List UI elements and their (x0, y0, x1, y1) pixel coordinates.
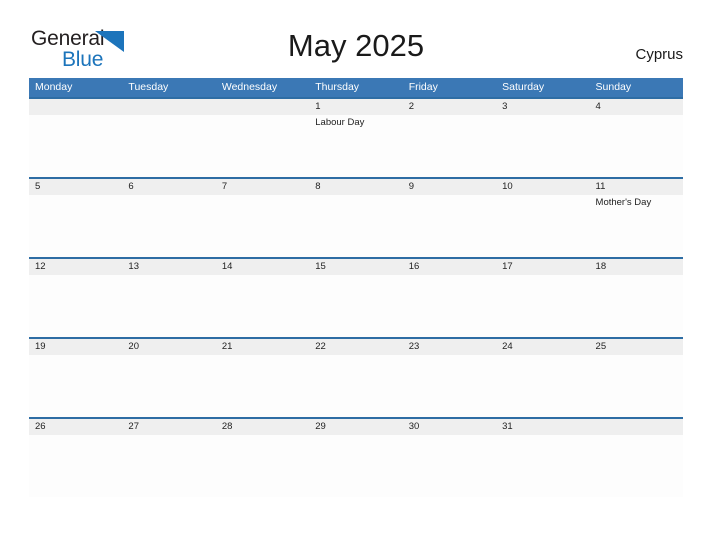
day-number[interactable]: 20 (122, 339, 215, 355)
day-number[interactable]: 7 (216, 179, 309, 195)
day-number[interactable]: 11 (590, 179, 683, 195)
day-number[interactable]: 12 (29, 259, 122, 275)
day-event (29, 275, 122, 337)
day-number[interactable]: 3 (496, 99, 589, 115)
day-event (122, 275, 215, 337)
page-header: General Blue May 2025 Cyprus (0, 0, 712, 72)
week-date-band: 26 27 28 29 30 31 (29, 419, 683, 435)
day-number[interactable] (590, 419, 683, 435)
week-row: 12 13 14 15 16 17 18 (29, 257, 683, 337)
week-event-band: Labour Day (29, 115, 683, 177)
day-number[interactable]: 31 (496, 419, 589, 435)
day-event (29, 195, 122, 257)
day-number[interactable]: 13 (122, 259, 215, 275)
day-number[interactable] (122, 99, 215, 115)
week-date-band: 1 2 3 4 (29, 99, 683, 115)
week-event-band: Mother's Day (29, 195, 683, 257)
day-number[interactable]: 15 (309, 259, 402, 275)
day-number[interactable]: 1 (309, 99, 402, 115)
day-event (309, 435, 402, 497)
dow-wednesday: Wednesday (221, 81, 278, 93)
day-event (122, 115, 215, 177)
day-number[interactable]: 9 (403, 179, 496, 195)
dow-thursday: Thursday (315, 81, 360, 93)
day-event (216, 115, 309, 177)
week-row: 26 27 28 29 30 31 (29, 417, 683, 497)
day-event (29, 435, 122, 497)
day-event (403, 115, 496, 177)
page-title: May 2025 (287, 28, 425, 63)
week-date-band: 12 13 14 15 16 17 18 (29, 259, 683, 275)
day-event (496, 195, 589, 257)
day-event (496, 435, 589, 497)
day-number[interactable]: 21 (216, 339, 309, 355)
day-number[interactable]: 14 (216, 259, 309, 275)
calendar-grid: Monday Tuesday Wednesday Thursday Friday… (29, 78, 683, 497)
day-event (29, 115, 122, 177)
dow-friday: Friday (408, 81, 438, 93)
day-event (590, 355, 683, 417)
day-number[interactable]: 19 (29, 339, 122, 355)
dow-monday: Monday (35, 81, 73, 93)
week-date-band: 19 20 21 22 23 24 25 (29, 339, 683, 355)
region-label: Cyprus (635, 46, 683, 63)
week-event-band (29, 435, 683, 497)
day-event (403, 195, 496, 257)
day-number[interactable]: 18 (590, 259, 683, 275)
day-event (496, 275, 589, 337)
day-event (216, 275, 309, 337)
day-number[interactable]: 27 (122, 419, 215, 435)
week-event-band (29, 355, 683, 417)
day-event (590, 115, 683, 177)
day-event (496, 355, 589, 417)
week-row: 19 20 21 22 23 24 25 (29, 337, 683, 417)
dow-sunday: Sunday (595, 81, 632, 93)
day-event (216, 435, 309, 497)
day-number[interactable]: 4 (590, 99, 683, 115)
day-event (590, 275, 683, 337)
day-number[interactable]: 16 (403, 259, 496, 275)
day-event: Mother's Day (595, 197, 652, 208)
week-row: 1 2 3 4 Labour Day (29, 97, 683, 177)
week-event-band (29, 275, 683, 337)
week-date-band: 5 6 7 8 9 10 11 (29, 179, 683, 195)
day-number[interactable]: 26 (29, 419, 122, 435)
calendar-page: General Blue May 2025 Cyprus Monday Tues… (0, 0, 712, 550)
day-event (122, 195, 215, 257)
day-event: Labour Day (315, 117, 365, 128)
day-number[interactable]: 25 (590, 339, 683, 355)
day-event (590, 435, 683, 497)
day-number[interactable] (29, 99, 122, 115)
day-event (309, 275, 402, 337)
day-event (403, 355, 496, 417)
day-event (309, 355, 402, 417)
day-event (216, 355, 309, 417)
day-number[interactable]: 30 (403, 419, 496, 435)
day-number[interactable]: 22 (309, 339, 402, 355)
day-number[interactable]: 6 (122, 179, 215, 195)
day-event (29, 355, 122, 417)
day-event (403, 435, 496, 497)
dow-saturday: Saturday (502, 81, 545, 93)
day-number[interactable] (216, 99, 309, 115)
day-number[interactable]: 8 (309, 179, 402, 195)
dow-tuesday: Tuesday (128, 81, 169, 93)
day-of-week-header-row: Monday Tuesday Wednesday Thursday Friday… (29, 78, 683, 97)
week-row: 5 6 7 8 9 10 11 Mother's Day (29, 177, 683, 257)
day-event (403, 275, 496, 337)
day-number[interactable]: 10 (496, 179, 589, 195)
day-number[interactable]: 28 (216, 419, 309, 435)
day-number[interactable]: 24 (496, 339, 589, 355)
day-event (122, 355, 215, 417)
day-event (216, 195, 309, 257)
day-number[interactable]: 17 (496, 259, 589, 275)
day-number[interactable]: 23 (403, 339, 496, 355)
day-event (122, 435, 215, 497)
day-number[interactable]: 29 (309, 419, 402, 435)
day-event (496, 115, 589, 177)
day-number[interactable]: 5 (29, 179, 122, 195)
day-number[interactable]: 2 (403, 99, 496, 115)
day-event (309, 195, 402, 257)
